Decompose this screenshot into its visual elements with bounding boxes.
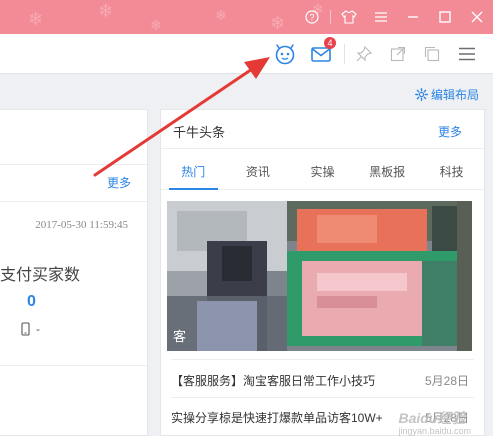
- news-item[interactable]: 【客服服务】淘宝客服日常工作小技巧 5月28日: [171, 372, 469, 389]
- tab-blackboard[interactable]: 黑板报: [355, 160, 420, 189]
- open-window-button[interactable]: [381, 34, 415, 74]
- pin-button[interactable]: [347, 34, 381, 74]
- divider: [330, 10, 331, 24]
- tab-news[interactable]: 资讯: [226, 160, 291, 189]
- paying-buyers-value[interactable]: 0: [27, 293, 36, 311]
- window-controls: ?: [296, 0, 493, 34]
- baidu-watermark: Baidu经验 jingyan.baidu.com: [398, 408, 471, 436]
- mobile-device-row: -: [21, 322, 40, 336]
- hamburger-icon: [459, 47, 475, 61]
- edit-layout-link[interactable]: 编辑布局: [415, 86, 479, 103]
- tab-tech[interactable]: 科技: [419, 160, 484, 189]
- settings-menu-button[interactable]: [365, 2, 397, 32]
- divider: [171, 359, 474, 360]
- title-bar: ❄ ❄ ❄ ❄ ❄ ❄ ?: [0, 0, 493, 34]
- banner-caption: 客: [173, 329, 187, 344]
- menu-icon: [375, 12, 387, 22]
- divider: [344, 44, 345, 64]
- help-icon: ?: [305, 10, 319, 24]
- headline-banner-image[interactable]: 客: [167, 201, 472, 351]
- left-more-link[interactable]: 更多: [107, 174, 131, 191]
- maximize-icon: [439, 11, 451, 23]
- multi-window-button[interactable]: [415, 34, 449, 74]
- watermark-text: Baidu经验: [398, 410, 466, 426]
- divider: [0, 365, 147, 366]
- snowflake-decoration-icon: ❄: [28, 9, 44, 29]
- help-button[interactable]: ?: [296, 2, 328, 32]
- skin-button[interactable]: [333, 2, 365, 32]
- snowflake-decoration-icon: ❄: [270, 13, 286, 33]
- svg-text:?: ?: [309, 13, 314, 23]
- qianniu-headlines-panel: 千牛头条 更多 热门 资讯 实操 黑板报 科技 客 【客服服务】淘宝客服日常工作…: [160, 109, 485, 436]
- snowflake-decoration-icon: ❄: [150, 17, 162, 33]
- tshirt-icon: [341, 10, 357, 24]
- robot-face-icon: [275, 44, 295, 65]
- tab-practice[interactable]: 实操: [290, 160, 355, 189]
- message-button[interactable]: 4: [304, 34, 338, 74]
- pin-icon: [356, 46, 372, 62]
- snowflake-decoration-icon: ❄: [215, 7, 227, 23]
- edit-layout-label: 编辑布局: [430, 88, 479, 102]
- snowflake-decoration-icon: ❄: [98, 1, 114, 21]
- headlines-more-link[interactable]: 更多: [438, 123, 462, 140]
- divider: [161, 148, 484, 149]
- news-title: 【客服服务】淘宝客服日常工作小技巧: [171, 374, 376, 388]
- mobile-value: -: [36, 322, 40, 336]
- news-date: 5月28日: [424, 374, 469, 388]
- paying-buyers-label: 支付买家数: [0, 267, 81, 284]
- gear-icon: [415, 88, 428, 101]
- copy-window-icon: [424, 46, 440, 62]
- toolbar: 4: [0, 34, 493, 74]
- tab-hot[interactable]: 热门: [161, 160, 226, 190]
- news-title: 实操分享椋是快速打爆款单品访客10W+: [171, 411, 383, 425]
- watermark-subtext: jingyan.baidu.com: [398, 426, 471, 436]
- panel-title: 千牛头条: [173, 125, 226, 140]
- external-link-icon: [390, 46, 406, 62]
- headline-tabs: 热门 资讯 实操 黑板报 科技: [161, 160, 484, 190]
- minimize-button[interactable]: [397, 2, 429, 32]
- update-timestamp: 2017-05-30 11:59:45: [35, 219, 128, 231]
- vertical-scrollbar[interactable]: [487, 109, 493, 436]
- minimize-icon: [408, 16, 418, 18]
- main-menu-button[interactable]: [450, 34, 484, 74]
- phone-icon: [21, 322, 30, 336]
- left-data-panel: 更多 2017-05-30 11:59:45 支付买家数 0 -: [0, 109, 148, 436]
- divider: [171, 397, 474, 398]
- close-button[interactable]: [461, 2, 493, 32]
- unread-badge: 4: [324, 37, 336, 49]
- chat-robot-button[interactable]: [268, 34, 302, 74]
- maximize-button[interactable]: [429, 2, 461, 32]
- close-icon: [471, 11, 483, 23]
